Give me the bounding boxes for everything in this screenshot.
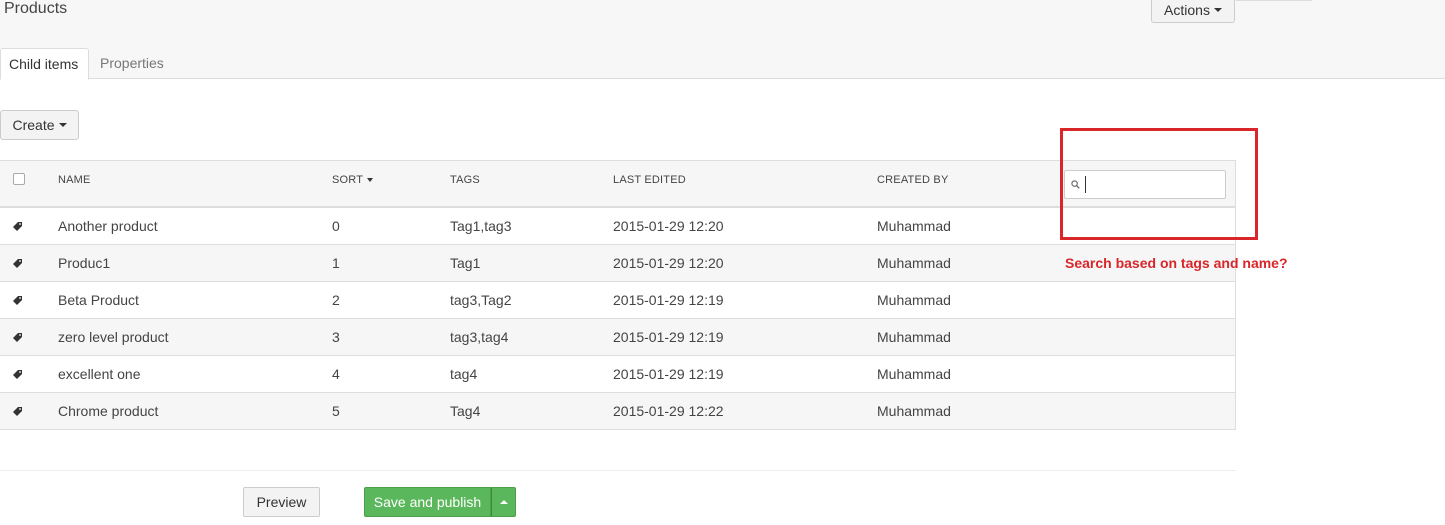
cell-last-edited: 2015-01-29 12:22 — [613, 403, 724, 419]
sort-desc-icon — [367, 178, 374, 183]
cell-created-by: Muhammad — [877, 292, 951, 308]
publish-button-group: Save and publish — [364, 487, 516, 517]
tag-icon — [13, 370, 22, 379]
cell-last-edited: 2015-01-29 12:19 — [613, 329, 724, 345]
cell-created-by: Muhammad — [877, 366, 951, 382]
cell-tags: tag4 — [450, 366, 478, 382]
column-header-created-by[interactable]: CREATED BY — [877, 174, 948, 186]
chevron-down-icon — [1213, 7, 1222, 12]
cell-tags: Tag4 — [450, 403, 481, 419]
cell-name[interactable]: Beta Product — [58, 292, 139, 308]
cell-created-by: Muhammad — [877, 329, 951, 345]
column-header-tags[interactable]: TAGS — [450, 174, 480, 186]
cell-name[interactable]: Produc1 — [58, 255, 110, 271]
cell-sort: 5 — [332, 403, 340, 419]
column-header-sort-label: SORT — [332, 174, 364, 186]
actions-label: Actions — [1164, 1, 1210, 18]
save-and-publish-button[interactable]: Save and publish — [364, 487, 491, 517]
cell-name[interactable]: Another product — [58, 218, 158, 234]
cell-sort: 3 — [332, 329, 340, 345]
tag-icon — [13, 222, 22, 231]
chevron-up-icon — [499, 500, 508, 504]
annotation-text: Search based on tags and name? — [1065, 255, 1288, 271]
select-all-checkbox[interactable] — [13, 173, 25, 185]
cell-sort: 2 — [332, 292, 340, 308]
divider — [1236, 0, 1312, 1]
cell-created-by: Muhammad — [877, 403, 951, 419]
tab-properties[interactable]: Properties — [92, 48, 172, 79]
cell-tags: tag3,Tag2 — [450, 292, 512, 308]
table-row[interactable]: Beta Product 2 tag3,Tag2 2015-01-29 12:1… — [0, 282, 1236, 319]
cell-last-edited: 2015-01-29 12:19 — [613, 292, 724, 308]
cell-last-edited: 2015-01-29 12:20 — [613, 218, 724, 234]
cell-created-by: Muhammad — [877, 218, 951, 234]
table-header: NAME SORT TAGS LAST EDITED CREATED BY — [0, 161, 1236, 208]
tag-icon — [13, 259, 22, 268]
cell-tags: Tag1,tag3 — [450, 218, 512, 234]
column-header-last-edited[interactable]: LAST EDITED — [613, 174, 686, 186]
actions-button[interactable]: Actions — [1151, 0, 1235, 23]
tab-bar: Child items Properties — [0, 48, 1445, 80]
items-table: NAME SORT TAGS LAST EDITED CREATED BY An… — [0, 160, 1236, 430]
table-row[interactable]: zero level product 3 tag3,tag4 2015-01-2… — [0, 319, 1236, 356]
column-header-name[interactable]: NAME — [58, 174, 91, 186]
table-row[interactable]: Chrome product 5 Tag4 2015-01-29 12:22 M… — [0, 393, 1236, 430]
tag-icon — [13, 296, 22, 305]
tag-icon — [13, 333, 22, 342]
page-title: Products — [4, 0, 68, 17]
cell-sort: 4 — [332, 366, 340, 382]
cell-sort: 1 — [332, 255, 340, 271]
create-label: Create — [12, 117, 55, 133]
table-row[interactable]: Another product 0 Tag1,tag3 2015-01-29 1… — [0, 208, 1236, 245]
publish-options-toggle[interactable] — [491, 487, 516, 517]
cell-last-edited: 2015-01-29 12:19 — [613, 366, 724, 382]
cell-tags: Tag1 — [450, 255, 481, 271]
footer-divider — [0, 470, 1236, 471]
cell-last-edited: 2015-01-29 12:20 — [613, 255, 724, 271]
column-header-sort[interactable]: SORT — [332, 174, 374, 186]
annotation-highlight-box — [1060, 128, 1258, 240]
cell-tags: tag3,tag4 — [450, 329, 509, 345]
cell-name[interactable]: zero level product — [58, 329, 169, 345]
tag-icon — [13, 407, 22, 416]
chevron-down-icon — [58, 123, 67, 127]
table-row[interactable]: excellent one 4 tag4 2015-01-29 12:19 Mu… — [0, 356, 1236, 393]
tab-child-items[interactable]: Child items — [0, 48, 89, 80]
table-row[interactable]: Produc1 1 Tag1 2015-01-29 12:20 Muhammad — [0, 245, 1236, 282]
cell-name[interactable]: excellent one — [58, 366, 141, 382]
create-button[interactable]: Create — [0, 110, 79, 140]
cell-created-by: Muhammad — [877, 255, 951, 271]
preview-button[interactable]: Preview — [243, 487, 320, 517]
cell-name[interactable]: Chrome product — [58, 403, 158, 419]
cell-sort: 0 — [332, 218, 340, 234]
